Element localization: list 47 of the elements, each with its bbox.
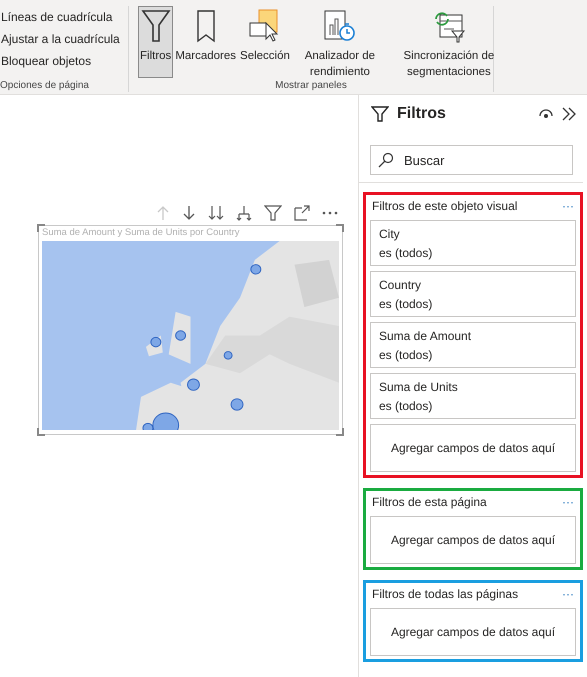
- filter-value: es (todos): [379, 297, 434, 311]
- eye-icon[interactable]: [539, 108, 553, 120]
- bookmark-icon: [196, 9, 216, 43]
- field-name: Suma de Amount: [379, 329, 472, 343]
- drop-zone[interactable]: Agregar campos de datos aquí: [370, 608, 576, 656]
- visual-title: Suma de Amount y Suma de Units por Country: [42, 227, 240, 238]
- more-options-button[interactable]: ···: [562, 495, 574, 509]
- group-label: Opciones de página: [0, 80, 90, 92]
- filter-card[interactable]: City es (todos): [370, 220, 576, 266]
- ribbon-button[interactable]: Sincronización de segmentaciones: [388, 6, 510, 78]
- ribbon-button[interactable]: Analizador de rendimiento: [292, 6, 388, 78]
- drop-zone[interactable]: Agregar campos de datos aquí: [370, 516, 576, 564]
- page-option[interactable]: Líneas de cuadrícula: [1, 10, 128, 24]
- collapse-icon[interactable]: [561, 107, 577, 121]
- expand-down-icon[interactable]: [236, 205, 252, 221]
- field-name: Suma de Units: [379, 380, 459, 394]
- filter-icon: [371, 105, 389, 123]
- section-title: Filtros de este objeto visual: [372, 199, 518, 213]
- field-name: City: [379, 227, 401, 241]
- search-field[interactable]: Buscar: [370, 145, 573, 175]
- focus-mode-icon[interactable]: [294, 205, 310, 221]
- filter-card[interactable]: Suma de Units es (todos): [370, 373, 576, 419]
- filter-icon: [140, 9, 171, 43]
- drop-zone[interactable]: Agregar campos de datos aquí: [370, 424, 576, 472]
- ribbon-button[interactable]: Marcadores: [173, 6, 238, 78]
- page-option[interactable]: Ajustar a la cuadrícula: [1, 32, 128, 46]
- chart-stopwatch-icon: [322, 9, 357, 43]
- more-options-button[interactable]: ···: [562, 199, 574, 213]
- search-icon: [378, 152, 394, 168]
- filter-value: es (todos): [379, 246, 434, 260]
- filter-card[interactable]: Suma de Amount es (todos): [370, 322, 576, 368]
- group-label: Mostrar paneles: [274, 80, 348, 92]
- section-title: Filtros de esta página: [372, 495, 487, 509]
- page-option[interactable]: Bloquear objetos: [1, 54, 128, 68]
- filter-icon[interactable]: [264, 205, 282, 221]
- section-title: Filtros de todas las páginas: [372, 587, 518, 601]
- arrow-down-icon[interactable]: [182, 205, 196, 221]
- field-name: Country: [379, 278, 422, 292]
- pane-title: Filtros: [397, 105, 446, 123]
- filter-value: es (todos): [379, 399, 434, 413]
- ribbon-button[interactable]: Filtros: [138, 6, 174, 78]
- double-arrow-down-icon[interactable]: [208, 205, 224, 221]
- ribbon-button[interactable]: Selección: [238, 6, 292, 78]
- filter-card[interactable]: Country es (todos): [370, 271, 576, 317]
- filter-value: es (todos): [379, 348, 434, 362]
- selection-icon: [248, 9, 281, 43]
- more-options-button[interactable]: ···: [562, 587, 574, 601]
